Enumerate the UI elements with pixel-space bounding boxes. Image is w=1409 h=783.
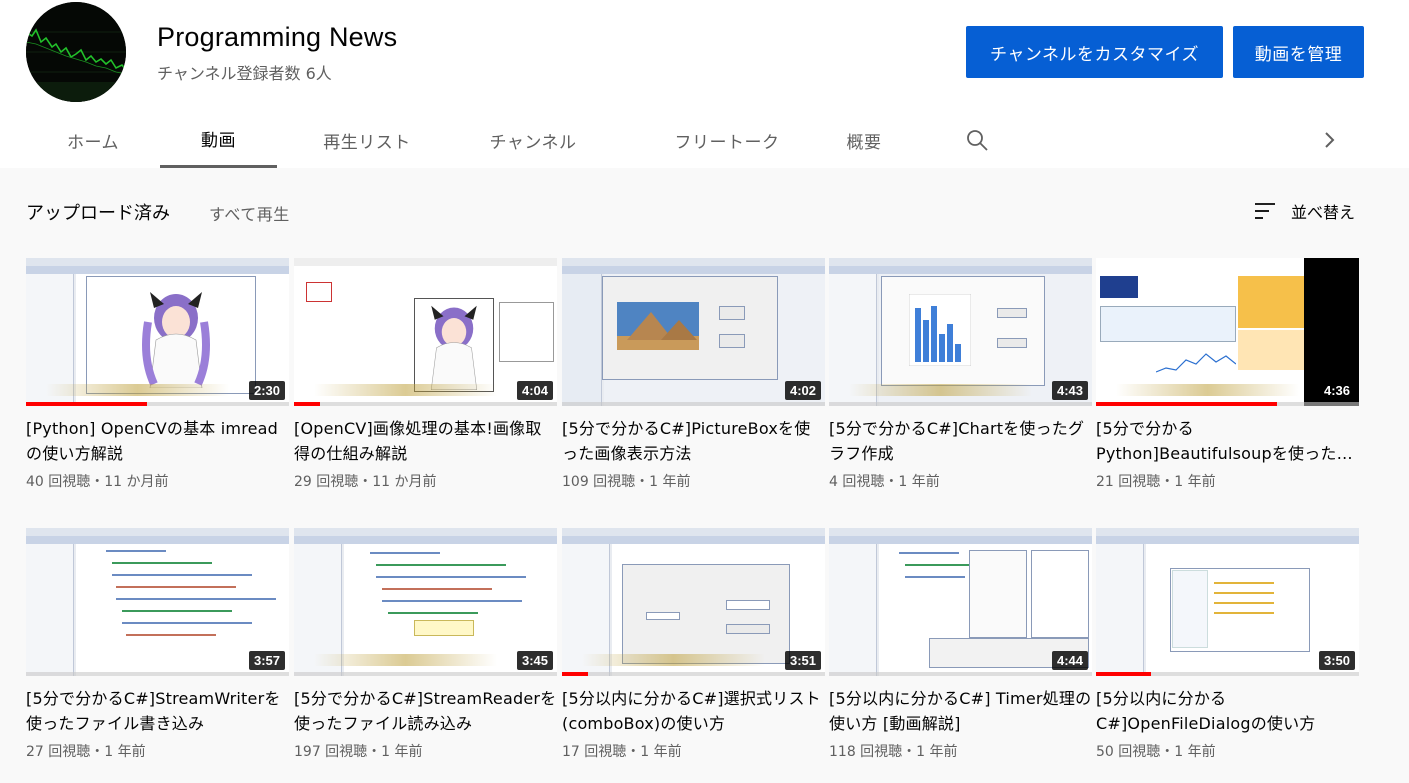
video-title[interactable]: [OpenCV]画像処理の基本!画像取得の仕組み解説 — [294, 416, 557, 466]
watch-progress-bar — [26, 672, 289, 676]
video-meta: 118 回視聴・1 年前 — [829, 744, 958, 760]
video-card[interactable]: 3:45 [5分で分かるC#]StreamReaderを使ったファイル読み込み … — [294, 528, 557, 761]
section-title: アップロード済み — [26, 203, 170, 224]
video-duration: 3:45 — [516, 651, 553, 670]
video-duration: 4:36 — [1318, 381, 1355, 400]
video-thumbnail[interactable]: 4:44 — [829, 528, 1092, 676]
video-duration: 4:43 — [1051, 381, 1088, 400]
video-title[interactable]: [5分で分かるC#]Chartを使ったグラフ作成 — [829, 416, 1092, 466]
channel-header: Programming News チャンネル登録者数 6人 チャンネルをカスタマ… — [0, 0, 1409, 168]
search-icon — [967, 130, 988, 151]
tab-about[interactable]: 概要 — [816, 112, 912, 168]
video-card[interactable]: 2:30 [Python] OpenCVの基本 imreadの使い方解説 40 … — [26, 258, 289, 491]
bar-chart-thumbnail — [909, 294, 971, 366]
video-meta: 40 回視聴・11 か月前 — [26, 474, 169, 490]
video-duration: 3:57 — [248, 651, 285, 670]
watch-progress-bar — [26, 402, 289, 406]
anime-character-image — [430, 305, 478, 391]
video-card[interactable]: 4:43 [5分で分かるC#]Chartを使ったグラフ作成 4 回視聴・1 年前 — [829, 258, 1092, 491]
video-title[interactable]: [5分で分かるPython]Beautifulsoupを使ったスクレイピング — [1096, 416, 1359, 466]
video-thumbnail[interactable]: 3:51 — [562, 528, 825, 676]
video-card[interactable]: 4:44 [5分以内に分かるC#] Timer処理の使い方 [動画解説] 118… — [829, 528, 1092, 761]
chevron-right-icon — [1325, 132, 1335, 148]
watch-progress-bar — [294, 672, 557, 676]
video-title[interactable]: [5分で分かるC#]StreamReaderを使ったファイル読み込み — [294, 686, 557, 736]
manage-videos-button[interactable]: 動画を管理 — [1233, 26, 1364, 78]
video-title[interactable]: [Python] OpenCVの基本 imreadの使い方解説 — [26, 416, 289, 466]
video-card[interactable]: 4:36 [5分で分かるPython]Beautifulsoupを使ったスクレイ… — [1096, 258, 1359, 491]
video-duration: 2:30 — [248, 381, 285, 400]
pyramid-image — [617, 302, 699, 350]
video-duration: 4:04 — [516, 381, 553, 400]
video-meta: 29 回視聴・11 か月前 — [294, 474, 437, 490]
video-card[interactable]: 4:02 [5分で分かるC#]PictureBoxを使った画像表示方法 109 … — [562, 258, 825, 491]
watch-progress-bar — [562, 672, 825, 676]
sort-label: 並べ替え — [1291, 203, 1356, 222]
watch-progress-bar — [829, 402, 1092, 406]
video-meta: 197 回視聴・1 年前 — [294, 744, 423, 760]
channel-avatar[interactable] — [26, 2, 126, 102]
video-card[interactable]: 3:50 [5分以内に分かるC#]OpenFileDialogの使い方 50 回… — [1096, 528, 1359, 761]
video-thumbnail[interactable]: 3:50 — [1096, 528, 1359, 676]
tab-home[interactable]: ホーム — [26, 112, 160, 168]
video-title[interactable]: [5分で分かるC#]StreamWriterを使ったファイル書き込み — [26, 686, 289, 736]
channel-search-button[interactable] — [962, 112, 992, 168]
video-title[interactable]: [5分で分かるC#]PictureBoxを使った画像表示方法 — [562, 416, 825, 466]
play-all-button[interactable]: すべて再生 — [209, 201, 290, 225]
video-duration: 3:50 — [1318, 651, 1355, 670]
tab-channels[interactable]: チャンネル — [462, 112, 604, 168]
watch-progress-bar — [1096, 402, 1359, 406]
watch-progress-bar — [294, 402, 557, 406]
video-thumbnail[interactable]: 4:43 — [829, 258, 1092, 406]
video-title[interactable]: [5分以内に分かるC#]OpenFileDialogの使い方 — [1096, 686, 1359, 736]
watch-progress-bar — [562, 402, 825, 406]
video-meta: 21 回視聴・1 年前 — [1096, 474, 1216, 490]
video-thumbnail[interactable]: 4:36 — [1096, 258, 1359, 406]
sort-button[interactable]: 並べ替え — [1253, 199, 1355, 223]
video-card[interactable]: 3:51 [5分以内に分かるC#]選択式リスト(comboBox)の使い方 17… — [562, 528, 825, 761]
video-meta: 17 回視聴・1 年前 — [562, 744, 682, 760]
video-thumbnail[interactable]: 3:57 — [26, 528, 289, 676]
anime-character-image — [142, 292, 210, 388]
video-meta: 27 回視聴・1 年前 — [26, 744, 146, 760]
video-meta: 4 回視聴・1 年前 — [829, 474, 940, 490]
video-duration: 3:51 — [784, 651, 821, 670]
video-title[interactable]: [5分以内に分かるC#]選択式リスト(comboBox)の使い方 — [562, 686, 825, 736]
video-title[interactable]: [5分以内に分かるC#] Timer処理の使い方 [動画解説] — [829, 686, 1092, 736]
stock-line-chart — [1156, 353, 1236, 373]
tabs-scroll-next-button[interactable] — [1314, 112, 1344, 168]
video-thumbnail[interactable]: 4:04 — [294, 258, 557, 406]
tab-discussion[interactable]: フリートーク — [640, 112, 814, 168]
tab-videos[interactable]: 動画 — [160, 112, 277, 168]
video-card[interactable]: 4:04 [OpenCV]画像処理の基本!画像取得の仕組み解説 29 回視聴・1… — [294, 258, 557, 491]
video-duration: 4:44 — [1051, 651, 1088, 670]
sort-icon — [1255, 203, 1275, 219]
channel-name: Programming News — [157, 22, 398, 52]
tab-playlists[interactable]: 再生リスト — [292, 112, 442, 168]
video-meta: 109 回視聴・1 年前 — [562, 474, 691, 490]
video-thumbnail[interactable]: 2:30 — [26, 258, 289, 406]
video-thumbnail[interactable]: 4:02 — [562, 258, 825, 406]
video-card[interactable]: 3:57 [5分で分かるC#]StreamWriterを使ったファイル書き込み … — [26, 528, 289, 761]
customize-channel-button[interactable]: チャンネルをカスタマイズ — [966, 26, 1223, 78]
watch-progress-bar — [1096, 672, 1359, 676]
stock-chart-avatar-image — [26, 2, 126, 102]
subscriber-count: チャンネル登録者数 6人 — [157, 64, 332, 83]
video-thumbnail[interactable]: 3:45 — [294, 528, 557, 676]
channel-tabs: ホーム 動画 再生リスト チャンネル フリートーク 概要 — [26, 112, 1386, 168]
video-duration: 4:02 — [784, 381, 821, 400]
video-meta: 50 回視聴・1 年前 — [1096, 744, 1216, 760]
watch-progress-bar — [829, 672, 1092, 676]
